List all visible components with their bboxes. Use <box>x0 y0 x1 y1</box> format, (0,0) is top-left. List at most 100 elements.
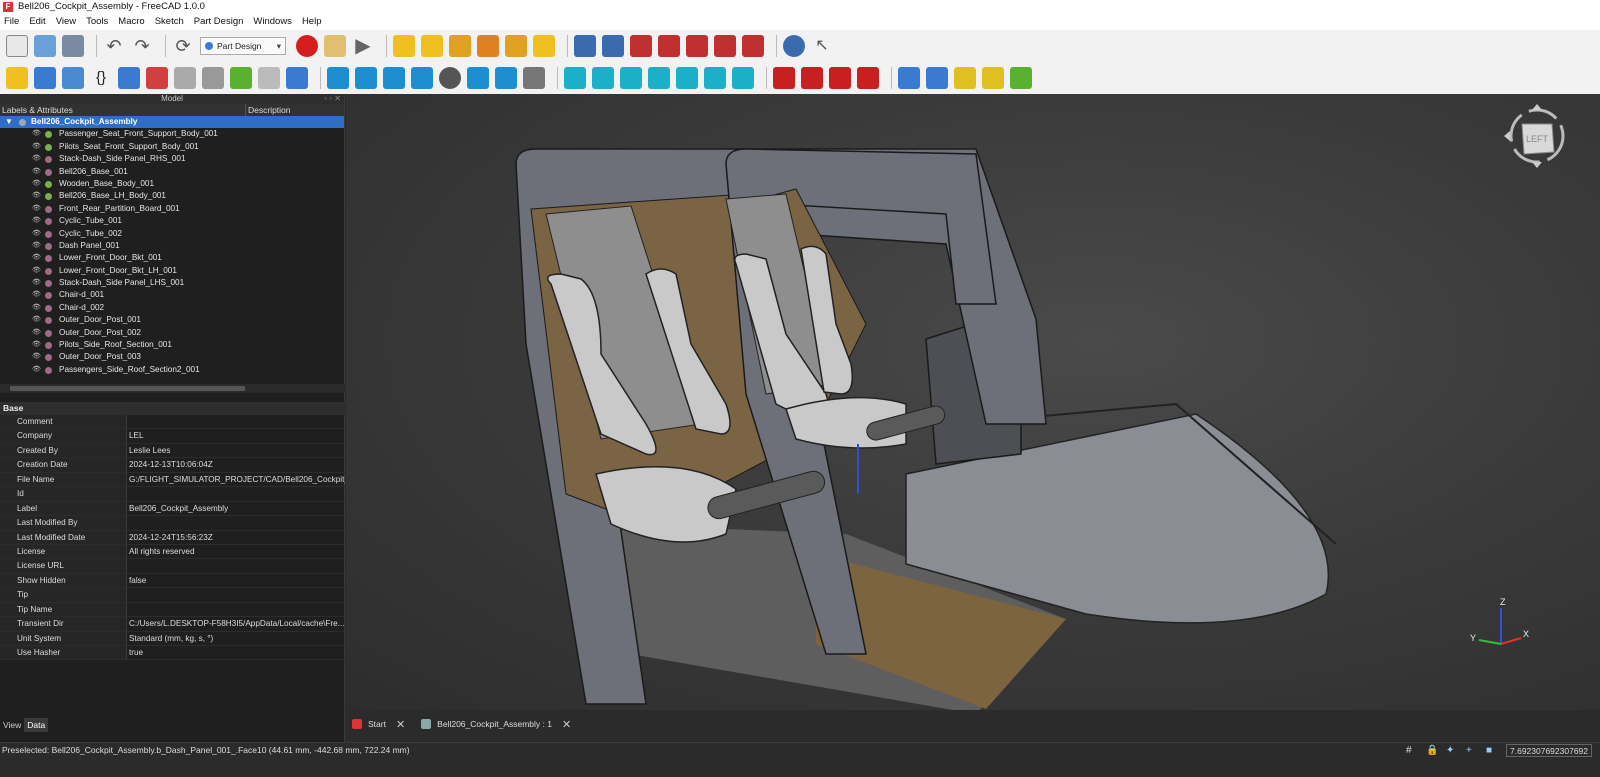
visibility-eye-icon[interactable]: 👁 <box>32 351 42 363</box>
caliper-icon[interactable] <box>523 67 545 89</box>
addon-icon[interactable] <box>230 67 252 89</box>
tree-item[interactable]: 👁 Chair-d_002 <box>0 302 344 314</box>
tree-horizontal-scrollbar[interactable] <box>0 384 345 393</box>
visibility-eye-icon[interactable]: 👁 <box>32 141 42 153</box>
whats-this-icon[interactable]: ↖ <box>811 35 833 57</box>
visibility-eye-icon[interactable]: 👁 <box>32 128 42 140</box>
pocket-icon[interactable] <box>574 35 596 57</box>
lock-icon[interactable]: 🔒 <box>1426 745 1438 756</box>
open-document-icon[interactable] <box>34 35 56 57</box>
group-icon[interactable] <box>34 67 56 89</box>
visibility-eye-icon[interactable]: 👁 <box>32 228 42 240</box>
tree-item[interactable]: 👁 Outer_Door_Post_002 <box>0 327 344 339</box>
menu-edit[interactable]: Edit <box>29 14 45 30</box>
tree-item[interactable]: 👁 Pilots_Seat_Front_Support_Body_001 <box>0 141 344 153</box>
grid-icon[interactable]: # <box>1406 745 1418 756</box>
tab-start[interactable]: Start ✕ <box>346 714 411 734</box>
tree-item[interactable]: 👁 Wooden_Base_Body_001 <box>0 178 344 190</box>
zoom-level-field[interactable]: 7.692307692307692 <box>1506 743 1592 757</box>
property-row[interactable]: Creation Date 2024-12-13T10:06:04Z <box>0 458 345 473</box>
macro-editor-icon[interactable] <box>324 35 346 57</box>
bill-of-materials-icon[interactable] <box>954 67 976 89</box>
tree-item[interactable]: 👁 Dash Panel_001 <box>0 240 344 252</box>
assembly-icon[interactable] <box>898 67 920 89</box>
property-row[interactable]: Id <box>0 487 345 502</box>
visibility-eye-icon[interactable]: 👁 <box>32 166 42 178</box>
visibility-eye-icon[interactable]: 👁 <box>32 364 42 376</box>
visibility-eye-icon[interactable]: 👁 <box>32 339 42 351</box>
menu-view[interactable]: View <box>56 14 76 30</box>
view-rear-icon[interactable] <box>648 67 670 89</box>
pad-icon[interactable] <box>449 35 471 57</box>
clipping-plane-icon[interactable] <box>439 67 461 89</box>
std-view-icon[interactable] <box>286 67 308 89</box>
property-row[interactable]: Comment <box>0 415 345 430</box>
appearance-icon[interactable] <box>773 67 795 89</box>
new-document-icon[interactable] <box>6 35 28 57</box>
property-value[interactable] <box>127 487 345 500</box>
subtractive-loft-icon[interactable] <box>658 35 680 57</box>
view-left-icon[interactable] <box>704 67 726 89</box>
subtractive-helix-icon[interactable] <box>714 35 736 57</box>
workbench-selector[interactable]: Part Design <box>200 37 286 55</box>
additive-primitive-icon[interactable] <box>533 35 555 57</box>
draw-style-icon[interactable] <box>174 67 196 89</box>
cockpit-model-render[interactable] <box>346 94 1600 710</box>
property-value[interactable]: C:/Users/L.DESKTOP-F58H3I5/AppData/Local… <box>127 617 345 630</box>
visibility-eye-icon[interactable]: 👁 <box>32 252 42 264</box>
visibility-eye-icon[interactable]: 👁 <box>32 178 42 190</box>
subtractive-primitive-icon[interactable] <box>742 35 764 57</box>
panel-controls-icon[interactable]: ▫ ▫ ✕ <box>324 94 341 104</box>
fit-selection-icon[interactable] <box>355 67 377 89</box>
subtractive-pipe-icon[interactable] <box>686 35 708 57</box>
solve-assembly-icon[interactable] <box>1010 67 1032 89</box>
menu-tools[interactable]: Tools <box>86 14 108 30</box>
property-value[interactable]: true <box>127 646 345 659</box>
property-row[interactable]: Last Modified By <box>0 516 345 531</box>
visibility-eye-icon[interactable]: 👁 <box>32 190 42 202</box>
3d-viewport[interactable]: LEFT Z X Y <box>346 94 1600 710</box>
hole-icon[interactable] <box>602 35 624 57</box>
property-row[interactable]: Show Hidden false <box>0 573 345 589</box>
property-row[interactable]: License All rights reserved <box>0 544 345 560</box>
menu-part-design[interactable]: Part Design <box>194 14 244 30</box>
snap-icon[interactable]: ✦ <box>1446 745 1458 756</box>
measure-distance-icon[interactable] <box>411 67 433 89</box>
variable-set-icon[interactable]: {} <box>90 67 112 89</box>
visibility-eye-icon[interactable]: 👁 <box>32 302 42 314</box>
property-group-header[interactable]: Base <box>0 402 345 415</box>
tree-item[interactable]: 👁 Bell206_Base_LH_Body_001 <box>0 190 344 202</box>
tree-item[interactable]: 👁 Cyclic_Tube_001 <box>0 215 344 227</box>
visibility-eye-icon[interactable]: 👁 <box>32 265 42 277</box>
tree-item[interactable]: 👁 Outer_Door_Post_003 <box>0 351 344 363</box>
property-value[interactable]: 2024-12-24T15:56:23Z <box>127 531 345 544</box>
labels-column-header[interactable]: Labels & Attributes <box>0 104 246 116</box>
isometric-icon[interactable] <box>383 67 405 89</box>
visibility-eye-icon[interactable]: 👁 <box>32 314 42 326</box>
property-row[interactable]: Company LEL <box>0 429 345 444</box>
cube-icon[interactable]: ■ <box>1486 745 1498 756</box>
bounding-box-icon[interactable] <box>467 67 489 89</box>
property-value[interactable]: LEL <box>127 429 345 442</box>
tree-item[interactable]: 👁 Passenger_Seat_Front_Support_Body_001 <box>0 128 344 140</box>
revolution-icon[interactable] <box>477 35 499 57</box>
view-selection-icon[interactable] <box>146 67 168 89</box>
link-icon[interactable] <box>62 67 84 89</box>
description-column-header[interactable]: Description <box>246 104 291 116</box>
property-value[interactable]: false <box>127 574 345 587</box>
groove-icon[interactable] <box>630 35 652 57</box>
property-row[interactable]: Label Bell206_Cockpit_Assembly <box>0 501 345 517</box>
visibility-eye-icon[interactable]: 👁 <box>32 327 42 339</box>
visibility-eye-icon[interactable]: 👁 <box>32 203 42 215</box>
measure-icon[interactable] <box>118 67 140 89</box>
save-icon[interactable] <box>62 35 84 57</box>
navcube-down-arrow-icon[interactable] <box>1532 162 1542 168</box>
close-tab-icon[interactable]: ✕ <box>396 718 405 731</box>
property-row[interactable]: Use Hasher true <box>0 646 345 661</box>
property-row[interactable]: Last Modified Date 2024-12-24T15:56:23Z <box>0 530 345 545</box>
view-axonometric-icon[interactable] <box>732 67 754 89</box>
property-row[interactable]: Transient Dir C:/Users/L.DESKTOP-F58H3I5/… <box>0 617 345 632</box>
property-row[interactable]: File Name G:/FLIGHT_SIMULATOR_PROJECT/CAD… <box>0 472 345 488</box>
view-top-icon[interactable] <box>592 67 614 89</box>
view-front-icon[interactable] <box>564 67 586 89</box>
